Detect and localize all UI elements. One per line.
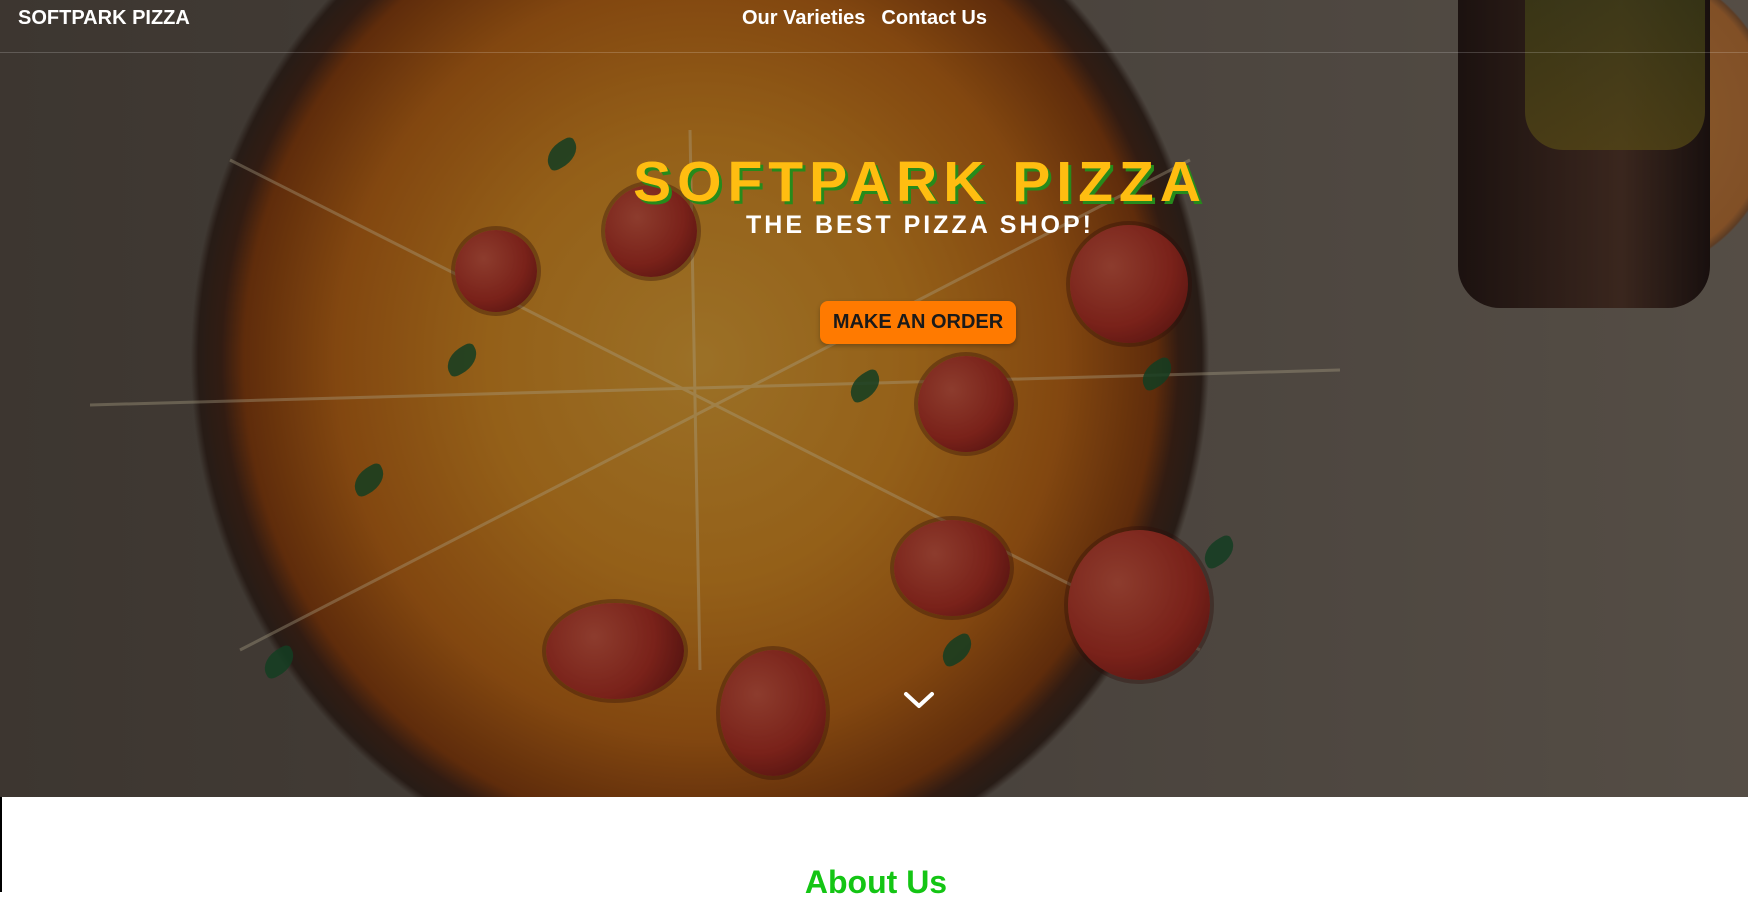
hero-title: SOFTPARK PIZZA xyxy=(633,150,1207,215)
top-navigation-bar: SOFTPARK PIZZA Our Varieties Contact Us xyxy=(0,0,1748,53)
main-navigation: Our Varieties Contact Us xyxy=(742,8,987,28)
brand-logo-text[interactable]: SOFTPARK PIZZA xyxy=(18,8,190,28)
make-an-order-button[interactable]: MAKE AN ORDER xyxy=(820,301,1016,344)
nav-link-contact-us[interactable]: Contact Us xyxy=(881,8,987,28)
nav-link-our-varieties[interactable]: Our Varieties xyxy=(742,8,865,28)
chevron-down-icon[interactable] xyxy=(903,688,935,712)
hero-subtitle: THE BEST PIZZA SHOP! xyxy=(746,211,1094,239)
about-section: About Us xyxy=(0,797,1748,899)
hero-dark-overlay xyxy=(0,0,1748,797)
about-us-heading: About Us xyxy=(804,863,948,900)
hero-section: SOFTPARK PIZZA Our Varieties Contact Us … xyxy=(0,0,1748,797)
